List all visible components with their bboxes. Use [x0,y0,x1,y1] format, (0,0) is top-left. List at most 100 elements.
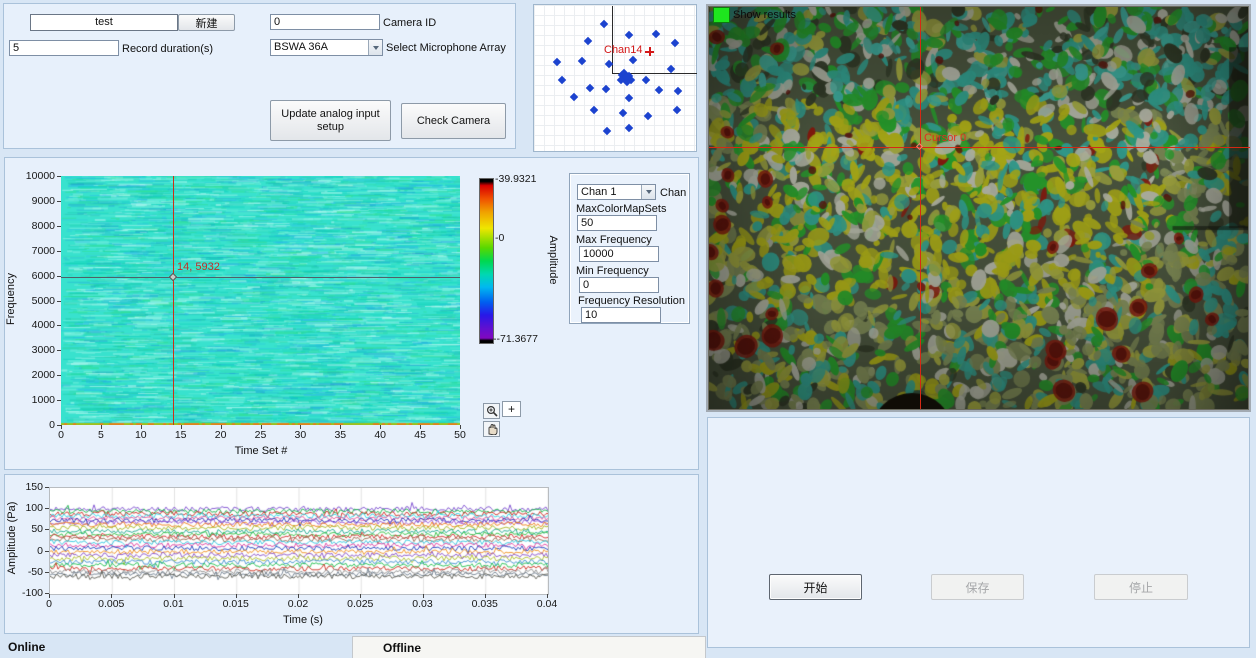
x-tick-label: 45 [405,429,435,441]
mic-point [553,58,561,66]
waveform-canvas [49,487,549,595]
tab-online[interactable]: Online [8,640,45,654]
x-tick-mark [61,425,62,429]
y-tick-mark [45,551,49,552]
x-tick-mark [141,425,142,429]
x-tick-label: 35 [325,429,355,441]
x-tick-label: 0 [46,429,76,441]
test-name-input[interactable]: test [30,14,178,31]
mic-point [558,76,566,84]
image-cursor-hline[interactable] [709,147,1250,148]
mic-point [671,39,679,47]
waveform-x-axis-title: Time (s) [258,614,348,626]
spectrogram-cursor-hline[interactable] [61,277,460,278]
record-duration-input[interactable]: 5 [9,40,119,56]
x-tick-label: 5 [86,429,116,441]
y-tick-label: 4000 [19,319,55,331]
y-tick-label: 8000 [19,220,55,232]
y-tick-mark [57,301,61,302]
update-analog-input-button[interactable]: Update analog input setup [270,100,391,141]
x-tick-mark [111,594,112,598]
pan-tool-icon[interactable] [483,421,500,437]
record-duration-label: Record duration(s) [122,43,213,55]
x-tick-mark [380,425,381,429]
x-tick-mark [360,594,361,598]
chevron-down-icon[interactable] [368,40,382,55]
max-colormap-sets-input[interactable]: 50 [577,215,657,231]
microphone-array-label: Select Microphone Array [386,42,506,54]
y-tick-mark [57,276,61,277]
x-tick-mark [221,425,222,429]
microphone-array-select[interactable]: BSWA 36A [270,39,383,56]
x-tick-label: 0.015 [216,598,256,610]
tab-offline[interactable]: Offline [352,636,706,658]
camera-id-input[interactable]: 0 [270,14,380,30]
chevron-down-icon[interactable] [641,185,655,199]
y-tick-mark [57,375,61,376]
y-tick-mark [57,350,61,351]
spectrogram-controls-box: Chan 1 Chan MaxColorMapSets 50 Max Frequ… [569,173,690,324]
x-tick-mark [236,594,237,598]
max-colormap-sets-label: MaxColorMapSets [576,203,666,215]
y-tick-label: 7000 [19,245,55,257]
image-cursor-vline[interactable] [920,7,921,409]
spectrogram-cursor-vline[interactable] [173,176,174,425]
amplitude-colorbar [479,178,494,344]
x-tick-mark [547,594,548,598]
mic-point [600,20,608,28]
y-tick-mark [45,572,49,573]
acoustic-image-panel: Cursor 0 Show results [706,4,1251,412]
y-tick-label: 5000 [19,295,55,307]
start-button[interactable]: 开始 [769,574,862,600]
y-tick-label: 50 [9,523,43,535]
x-tick-label: 20 [206,429,236,441]
record-actions-panel: 开始 保存 停止 [707,417,1250,648]
y-tick-mark [45,487,49,488]
selected-channel-cross-marker[interactable] [645,47,654,56]
spectrogram-canvas[interactable] [61,176,460,425]
spectrogram-cursor-readout: 14, 5932 [177,261,220,273]
mic-point [655,86,663,94]
selected-channel-label: Chan14 [604,44,643,56]
min-frequency-input[interactable]: 0 [579,277,659,293]
min-frequency-label: Min Frequency [576,265,649,277]
x-tick-mark [49,594,50,598]
x-tick-label: 25 [246,429,276,441]
x-tick-mark [423,594,424,598]
new-button[interactable]: 新建 [178,14,235,31]
max-frequency-input[interactable]: 10000 [579,246,659,262]
channel-select-value: Chan 1 [578,185,641,199]
check-camera-button[interactable]: Check Camera [401,103,506,139]
x-tick-mark [460,425,461,429]
stop-button[interactable]: 停止 [1094,574,1188,600]
y-tick-mark [45,508,49,509]
acoustic-image-canvas[interactable] [709,7,1248,409]
show-results-checkbox[interactable] [713,7,730,23]
y-tick-mark [57,176,61,177]
x-tick-label: 30 [285,429,315,441]
x-tick-mark [420,425,421,429]
channel-select[interactable]: Chan 1 [577,184,656,200]
image-cursor-label: Cursor 0 [924,132,966,144]
channel-select-label: Chan [660,187,686,199]
acquisition-config-panel: test 新建 0 Camera ID 5 Record duration(s)… [3,3,516,149]
save-button[interactable]: 保存 [931,574,1024,600]
x-tick-label: 0.04 [527,598,567,610]
zoom-tool-icon[interactable] [483,403,500,419]
x-tick-label: 0.02 [278,598,318,610]
y-tick-label: 6000 [19,270,55,282]
y-tick-mark [57,201,61,202]
waveform-panel: Amplitude (Pa) Time (s) 150100500-50-100… [4,474,699,634]
x-tick-label: 0 [29,598,69,610]
mic-point [674,87,682,95]
mic-points-layer [534,5,696,151]
spectrogram-y-axis-title: Frequency [5,259,17,339]
frequency-resolution-input[interactable]: 10 [581,307,661,323]
x-tick-mark [298,594,299,598]
mic-point [586,84,594,92]
mic-point [605,60,613,68]
cursor-tool-icon[interactable]: + [502,401,521,417]
spectrogram-x-axis-title: Time Set # [211,445,311,457]
y-tick-label: 1000 [19,394,55,406]
y-tick-label: -50 [9,566,43,578]
